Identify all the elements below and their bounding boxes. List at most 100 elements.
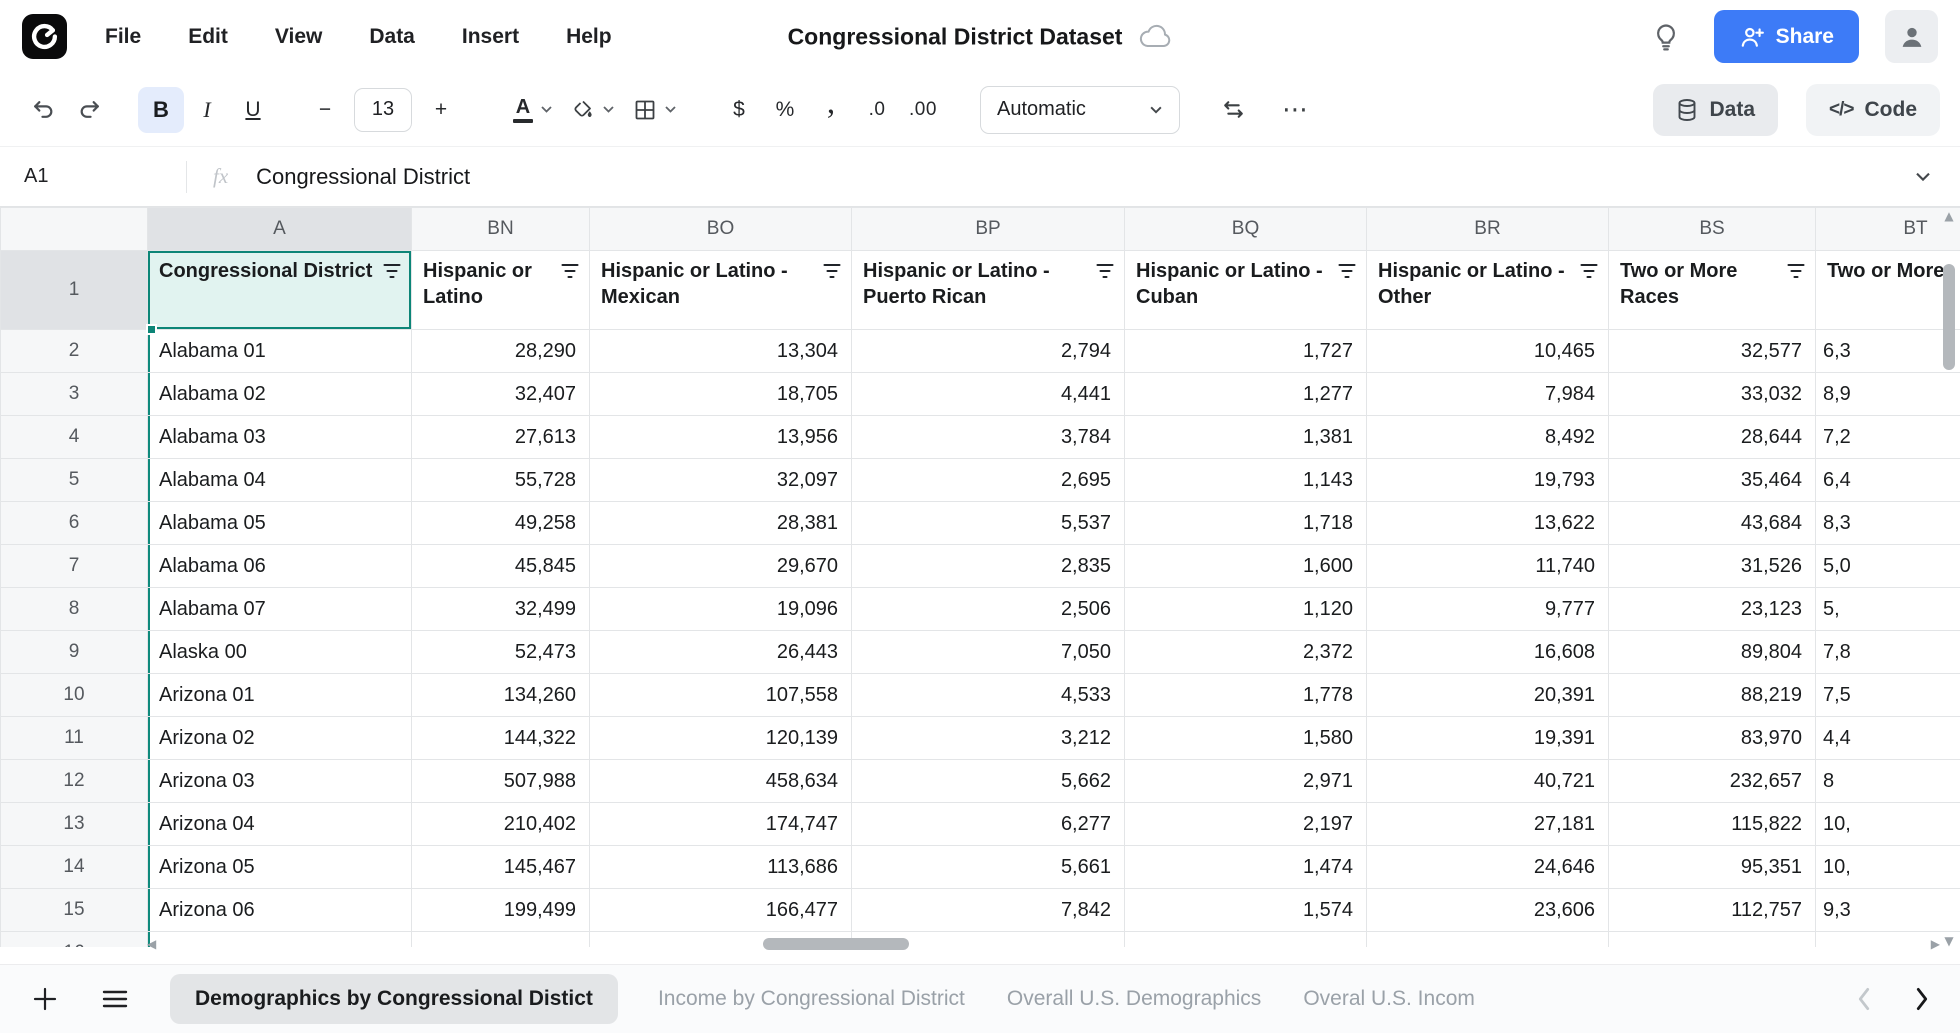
- font-size-input[interactable]: 13: [354, 88, 412, 132]
- cell[interactable]: 115,822: [1609, 803, 1816, 846]
- cell[interactable]: 5,0: [1816, 545, 1960, 588]
- cell[interactable]: 26,443: [590, 631, 852, 674]
- cell[interactable]: 23,123: [1609, 588, 1816, 631]
- number-format-select[interactable]: Automatic: [980, 86, 1180, 134]
- cell[interactable]: 166,477: [590, 889, 852, 932]
- cell[interactable]: Alaska 00: [148, 631, 412, 674]
- cell[interactable]: 32,407: [412, 373, 590, 416]
- row-header-12[interactable]: 12: [1, 760, 148, 803]
- cell[interactable]: 28,644: [1609, 416, 1816, 459]
- cell[interactable]: 24,646: [1367, 846, 1609, 889]
- cell[interactable]: 210,402: [412, 803, 590, 846]
- cell[interactable]: 2,372: [1125, 631, 1367, 674]
- thousands-separator-button[interactable]: ,: [808, 87, 854, 133]
- filter-icon[interactable]: [560, 263, 580, 279]
- cell[interactable]: 1,277: [1125, 373, 1367, 416]
- cell[interactable]: 89,804: [1609, 631, 1816, 674]
- cell[interactable]: 23,606: [1367, 889, 1609, 932]
- tabs-scroll-left-button[interactable]: [1856, 986, 1872, 1012]
- formula-input[interactable]: Congressional District: [256, 164, 470, 190]
- row-header-14[interactable]: 14: [1, 846, 148, 889]
- increase-font-size-button[interactable]: +: [418, 87, 464, 133]
- cell[interactable]: Arizona 06: [148, 889, 412, 932]
- underline-button[interactable]: U: [230, 87, 276, 133]
- row-header-10[interactable]: 10: [1, 674, 148, 717]
- cell[interactable]: 8,9: [1816, 373, 1960, 416]
- cell[interactable]: 31,526: [1609, 545, 1816, 588]
- cell[interactable]: 5,: [1816, 588, 1960, 631]
- row-header-3[interactable]: 3: [1, 373, 148, 416]
- cell[interactable]: 4,441: [852, 373, 1125, 416]
- cell[interactable]: Hispanic or Latino: [412, 251, 590, 330]
- column-header-BT[interactable]: BT: [1816, 208, 1960, 251]
- cell[interactable]: 1,474: [1125, 846, 1367, 889]
- cell[interactable]: 5,661: [852, 846, 1125, 889]
- cell[interactable]: 10,: [1816, 803, 1960, 846]
- sheet-tab[interactable]: Overall U.S. Demographics: [1005, 974, 1263, 1024]
- app-logo[interactable]: [22, 14, 67, 59]
- cell[interactable]: 13,956: [590, 416, 852, 459]
- cell[interactable]: Alabama 05: [148, 502, 412, 545]
- cell[interactable]: 8,3: [1816, 502, 1960, 545]
- account-button[interactable]: [1885, 10, 1938, 63]
- percent-format-button[interactable]: %: [762, 87, 808, 133]
- cell[interactable]: 232,657: [1609, 760, 1816, 803]
- cell[interactable]: Alabama 07: [148, 588, 412, 631]
- cell[interactable]: 107,558: [590, 674, 852, 717]
- cell[interactable]: 43,684: [1609, 502, 1816, 545]
- cell[interactable]: 28,290: [412, 330, 590, 373]
- scroll-right-arrow[interactable]: ▶: [1931, 938, 1940, 950]
- redo-button[interactable]: [66, 87, 112, 133]
- cell[interactable]: 7,5: [1816, 674, 1960, 717]
- cell[interactable]: 13,304: [590, 330, 852, 373]
- cell[interactable]: 1,600: [1125, 545, 1367, 588]
- cell[interactable]: 199,499: [412, 889, 590, 932]
- cell[interactable]: 2,835: [852, 545, 1125, 588]
- cell[interactable]: Alabama 04: [148, 459, 412, 502]
- menu-insert[interactable]: Insert: [462, 25, 519, 49]
- filter-icon[interactable]: [1579, 263, 1599, 279]
- column-header-BQ[interactable]: BQ: [1125, 208, 1367, 251]
- decrease-font-size-button[interactable]: −: [302, 87, 348, 133]
- filter-icon[interactable]: [1786, 263, 1806, 279]
- selected-cell[interactable]: Congressional District: [148, 251, 412, 330]
- cell[interactable]: 120,139: [590, 717, 852, 760]
- column-header-BN[interactable]: BN: [412, 208, 590, 251]
- currency-format-button[interactable]: $: [716, 87, 762, 133]
- data-panel-button[interactable]: Data: [1653, 84, 1778, 136]
- menu-edit[interactable]: Edit: [188, 25, 228, 49]
- cell[interactable]: 35,464: [1609, 459, 1816, 502]
- row-header-6[interactable]: 6: [1, 502, 148, 545]
- vertical-scroll-track[interactable]: [1943, 228, 1955, 929]
- sheet-tab[interactable]: Demographics by Congressional Distict: [170, 974, 618, 1024]
- bold-button[interactable]: B: [138, 87, 184, 133]
- cell[interactable]: 7,984: [1367, 373, 1609, 416]
- add-sheet-button[interactable]: [22, 976, 68, 1022]
- tips-button[interactable]: [1644, 15, 1688, 59]
- cell[interactable]: 29,670: [590, 545, 852, 588]
- increase-decimal-button[interactable]: .00: [900, 87, 946, 133]
- cell[interactable]: 174,747: [590, 803, 852, 846]
- cell[interactable]: 19,391: [1367, 717, 1609, 760]
- cell[interactable]: 507,988: [412, 760, 590, 803]
- expand-formula-bar-button[interactable]: [1914, 171, 1932, 183]
- cell[interactable]: 1,574: [1125, 889, 1367, 932]
- cell[interactable]: Arizona 05: [148, 846, 412, 889]
- cell[interactable]: Alabama 01: [148, 330, 412, 373]
- cell[interactable]: 9,3: [1816, 889, 1960, 932]
- cell[interactable]: 145,467: [412, 846, 590, 889]
- cell[interactable]: 113,686: [590, 846, 852, 889]
- cell[interactable]: 134,260: [412, 674, 590, 717]
- cell[interactable]: 112,757: [1609, 889, 1816, 932]
- cell[interactable]: 20,391: [1367, 674, 1609, 717]
- cell[interactable]: Alabama 03: [148, 416, 412, 459]
- cell[interactable]: 1,381: [1125, 416, 1367, 459]
- horizontal-scroll-track[interactable]: [168, 938, 1919, 950]
- cell[interactable]: 7,8: [1816, 631, 1960, 674]
- cell[interactable]: 2,506: [852, 588, 1125, 631]
- cell[interactable]: 7,2: [1816, 416, 1960, 459]
- row-header-11[interactable]: 11: [1, 717, 148, 760]
- cell[interactable]: 55,728: [412, 459, 590, 502]
- italic-button[interactable]: I: [184, 87, 230, 133]
- cell[interactable]: Alabama 06: [148, 545, 412, 588]
